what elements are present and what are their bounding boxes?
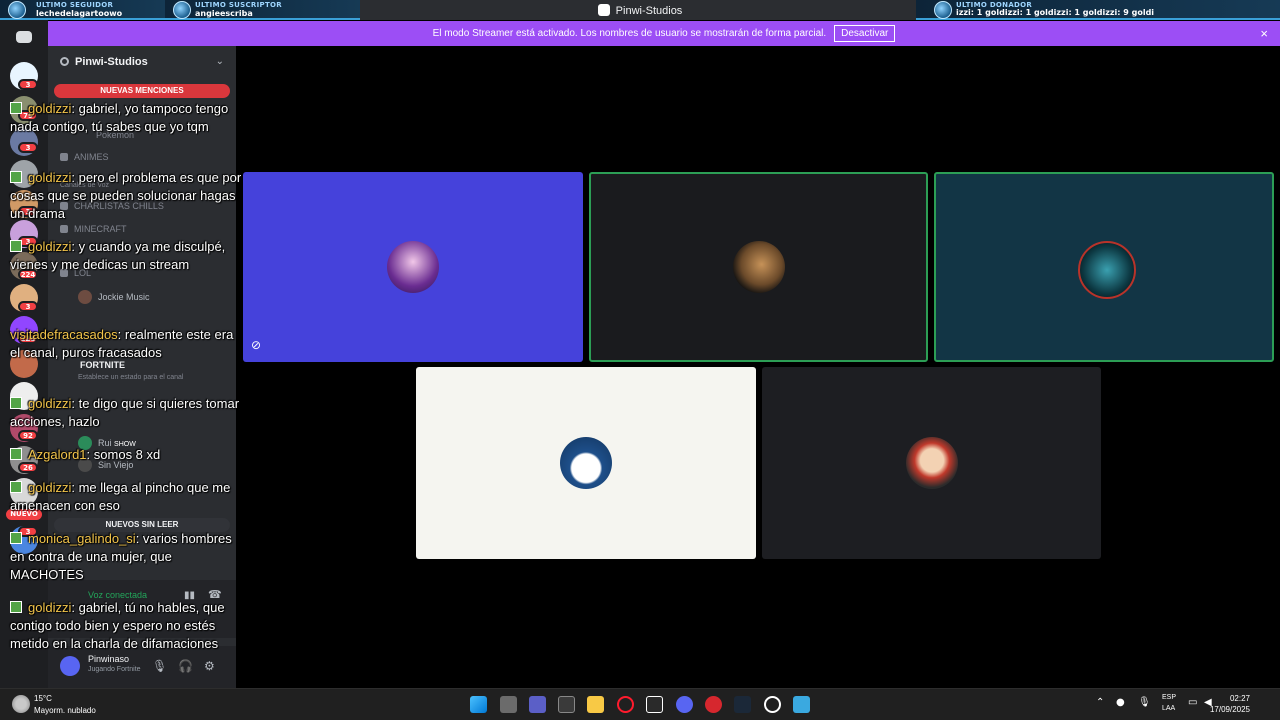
weather-temperature[interactable]: 15°C [34,694,52,703]
avatar [733,241,785,293]
cloud-icon[interactable] [12,695,30,713]
input-language[interactable]: ESP [1162,694,1176,701]
start-icon[interactable] [470,696,487,713]
weather-description[interactable]: Mayorm. nublado [34,706,96,715]
deafened-icon: ⊘ [251,338,262,352]
avatar [560,437,612,489]
channel-label: MINECRAFT [74,224,127,234]
unread-badge: 92 [18,430,38,441]
teams-icon[interactable] [529,696,546,713]
microphone-icon[interactable]: 🎙 [152,659,167,673]
channel-label: ANIMES [74,152,109,162]
user-status: Jugando Fortnite [88,666,141,673]
clock-time[interactable]: 02:27 [1230,694,1250,703]
voice-user-name: Jockie Music [98,292,150,302]
unread-badge: 3 [18,79,38,90]
clock-date[interactable]: 17/09/2025 [1210,705,1250,714]
participant-tile[interactable] [416,367,756,559]
server-guide-icon [60,57,69,66]
discord-icon[interactable] [676,696,693,713]
chevron-up-icon[interactable]: ⌃ [1096,697,1104,708]
fortnite-icon[interactable] [793,696,810,713]
windows-taskbar: 15°C Mayorm. nublado ⌃ ● 🎙 ESP LAA ▭ ◀ 0… [0,688,1280,720]
chat-author: goldizzi [28,480,72,495]
chat-badge-icon [10,448,22,460]
participant-tile-speaking[interactable] [934,172,1274,362]
steam-icon[interactable] [734,696,751,713]
streamer-mode-banner: El modo Streamer está activado. Los nomb… [48,21,1280,46]
chat-text: somos 8 xd [93,447,161,462]
channel-sidebar: Pinwi-Studios ⌄ NUEVAS MENCIONES Pokemon… [48,46,236,688]
app-icon[interactable] [705,696,722,713]
last-donor-box: ULTIMO DONADOR izzi: 1 goldizzi: 1 goldi… [916,0,1280,20]
chat-message: goldizzi: me llega al pincho que me amen… [10,480,231,513]
gear-icon[interactable]: ⚙ [204,659,215,673]
network-tray-icon[interactable]: ● [1116,697,1125,708]
chat-badge-icon [10,397,22,409]
headphones-icon[interactable]: 🎧 [178,659,193,673]
new-mentions-pill[interactable]: NUEVAS MENCIONES [54,84,230,98]
obs-icon[interactable] [764,696,781,713]
chat-badge-icon [10,240,22,252]
disable-streamer-mode-button[interactable]: Desactivar [834,25,896,42]
chat-author: goldizzi [28,239,72,254]
unread-badge: 3 [18,142,38,153]
window-title-text: Pinwi-Studios [615,5,683,17]
chat-badge-icon [10,102,22,114]
microphone-icon[interactable]: 🎙 [1138,697,1151,708]
calculator-icon[interactable] [558,696,575,713]
avatar [906,437,958,489]
chat-message: Azgalord1: somos 8 xd [10,446,242,464]
chat-message: goldizzi: y cuando ya me disculpé, viene… [10,239,226,272]
chat-message: goldizzi: gabriel, tú no hables, que con… [10,600,225,651]
chat-badge-icon [10,171,22,183]
epic-games-icon[interactable] [646,696,663,713]
donor-ticker: izzi: 1 goldizzi: 1 goldizzi: 1 goldizzi… [956,8,1155,17]
opera-icon[interactable] [617,696,634,713]
participant-tile[interactable] [762,367,1101,559]
chat-author: goldizzi [28,600,72,615]
close-icon[interactable]: × [1260,26,1268,41]
chat-message: visitadefracasados: realmente este era e… [10,327,234,360]
user-name[interactable]: Pinwinaso [88,654,129,664]
chat-author: visitadefracasados [10,327,118,342]
channel-minecraft[interactable]: MINECRAFT [60,224,127,234]
stream-overlay-bar: ULTIMO SEGUIDOR lechedelagartoowo ULTIMO… [0,0,1280,20]
speaker-icon [60,153,68,161]
avatar[interactable] [60,656,80,676]
chevron-down-icon[interactable]: ⌄ [216,56,224,67]
avatar [1078,241,1136,299]
unread-badge: 3 [18,301,38,312]
chat-badge-icon [10,601,22,613]
chat-message: goldizzi: gabriel, yo tampoco tengo nada… [10,101,229,134]
discord-logo-icon [597,4,610,16]
discord-home-icon[interactable] [16,31,32,43]
speaker-icon [60,225,68,233]
streamer-mode-text: El modo Streamer está activado. Los nomb… [432,28,827,39]
voice-user[interactable]: Jockie Music [78,290,150,304]
avatar [78,290,92,304]
gem-icon [934,1,952,19]
chat-message: monica_galindo_si: varios hombres en con… [10,531,232,582]
task-view-icon[interactable] [500,696,517,713]
chat-author: goldizzi [28,170,72,185]
chat-author: goldizzi [28,101,72,116]
avatar [387,241,439,293]
monitor-icon[interactable]: ▭ [1188,697,1197,708]
channel-animes[interactable]: ANIMES [60,152,109,162]
file-explorer-icon[interactable] [587,696,604,713]
channel-status-prompt[interactable]: Establece un estado para el canal [78,374,183,381]
chat-author: monica_galindo_si [28,531,136,546]
participant-tile-speaking[interactable] [589,172,928,362]
server-header[interactable]: Pinwi-Studios [60,56,148,68]
chat-message: goldizzi: te digo que si quieres tomar a… [10,396,240,429]
chat-badge-icon [10,481,22,493]
chat-author: goldizzi [28,396,72,411]
chat-badge-icon [10,532,22,544]
chat-author: Azgalord1 [28,447,87,462]
server-name: Pinwi-Studios [75,56,148,68]
chat-message: goldizzi: pero el problema es que por co… [10,170,242,221]
input-layout[interactable]: LAA [1162,705,1175,712]
participant-tile[interactable]: ⊘ [243,172,583,362]
